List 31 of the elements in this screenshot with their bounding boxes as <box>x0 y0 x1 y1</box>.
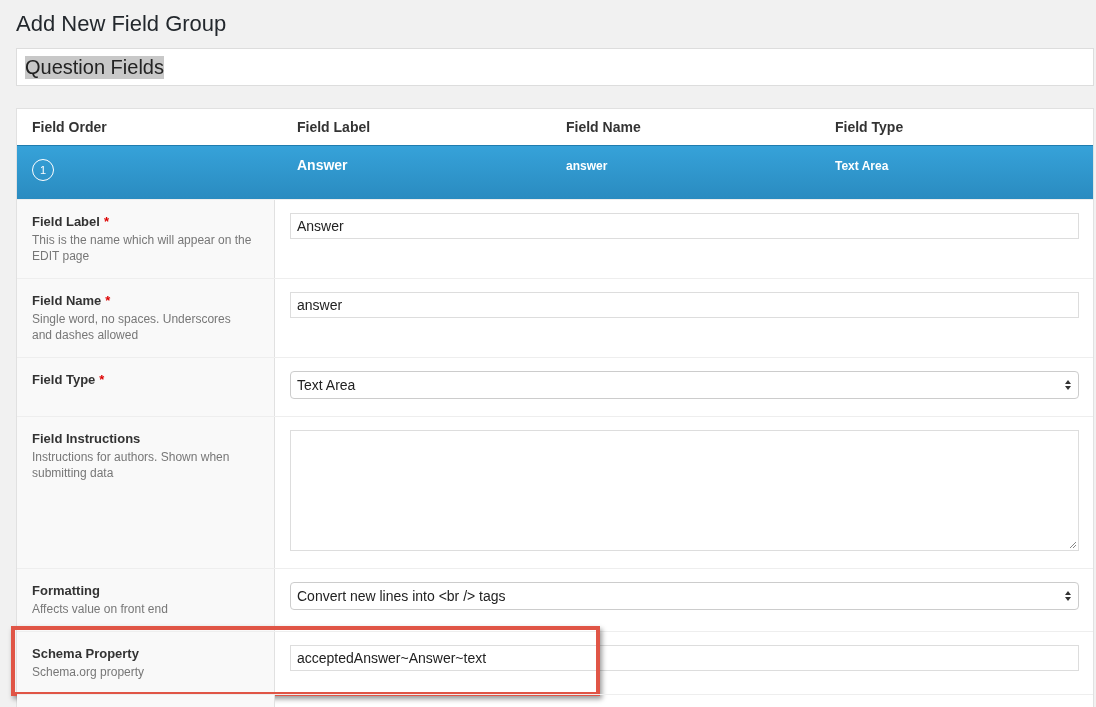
setting-description: Instructions for authors. Shown when submitting data <box>32 449 231 481</box>
setting-label: Field Type <box>32 372 96 387</box>
column-header: Field Type <box>835 119 905 135</box>
textarea-field[interactable] <box>290 430 1079 551</box>
up-down-arrows-icon <box>1064 379 1072 391</box>
resize-grip-icon <box>1069 541 1077 549</box>
setting-description: Single word, no spaces. Underscores and dashes allowed <box>32 311 232 343</box>
up-down-arrows-icon <box>1064 590 1072 602</box>
text-input-field[interactable]: Answer <box>290 213 1079 239</box>
select-dropdown[interactable]: Text Area <box>290 371 1079 399</box>
text-input-field[interactable]: acceptedAnswer~Answer~text <box>290 645 1079 671</box>
column-header: Field Order <box>32 119 108 135</box>
setting-description: Affects value on front end <box>32 601 169 617</box>
setting-label: Field Label <box>32 214 100 229</box>
setting-label: Schema Property <box>32 646 139 661</box>
setting-label: Field Instructions <box>32 431 141 446</box>
select-dropdown[interactable]: Convert new lines into <br /> tags <box>290 582 1079 610</box>
required-asterisk: * <box>103 214 109 229</box>
column-header: Field Label <box>297 119 372 135</box>
setting-label: Formatting <box>32 583 100 598</box>
title-input-field[interactable]: Question Fields <box>16 48 1094 86</box>
field-name-text: answer <box>566 159 608 173</box>
setting-description: This is the name which will appear on the EDIT page <box>32 232 253 264</box>
required-asterisk: * <box>99 372 105 387</box>
column-header: Field Name <box>566 119 642 135</box>
required-asterisk: * <box>105 293 111 308</box>
text-input-field[interactable]: answer <box>290 292 1079 318</box>
setting-description: Schema.org property <box>32 664 146 680</box>
page-title: Add New Field Group <box>16 10 228 38</box>
setting-label: Field Name <box>32 293 102 308</box>
field-type-text: Text Area <box>835 159 889 173</box>
